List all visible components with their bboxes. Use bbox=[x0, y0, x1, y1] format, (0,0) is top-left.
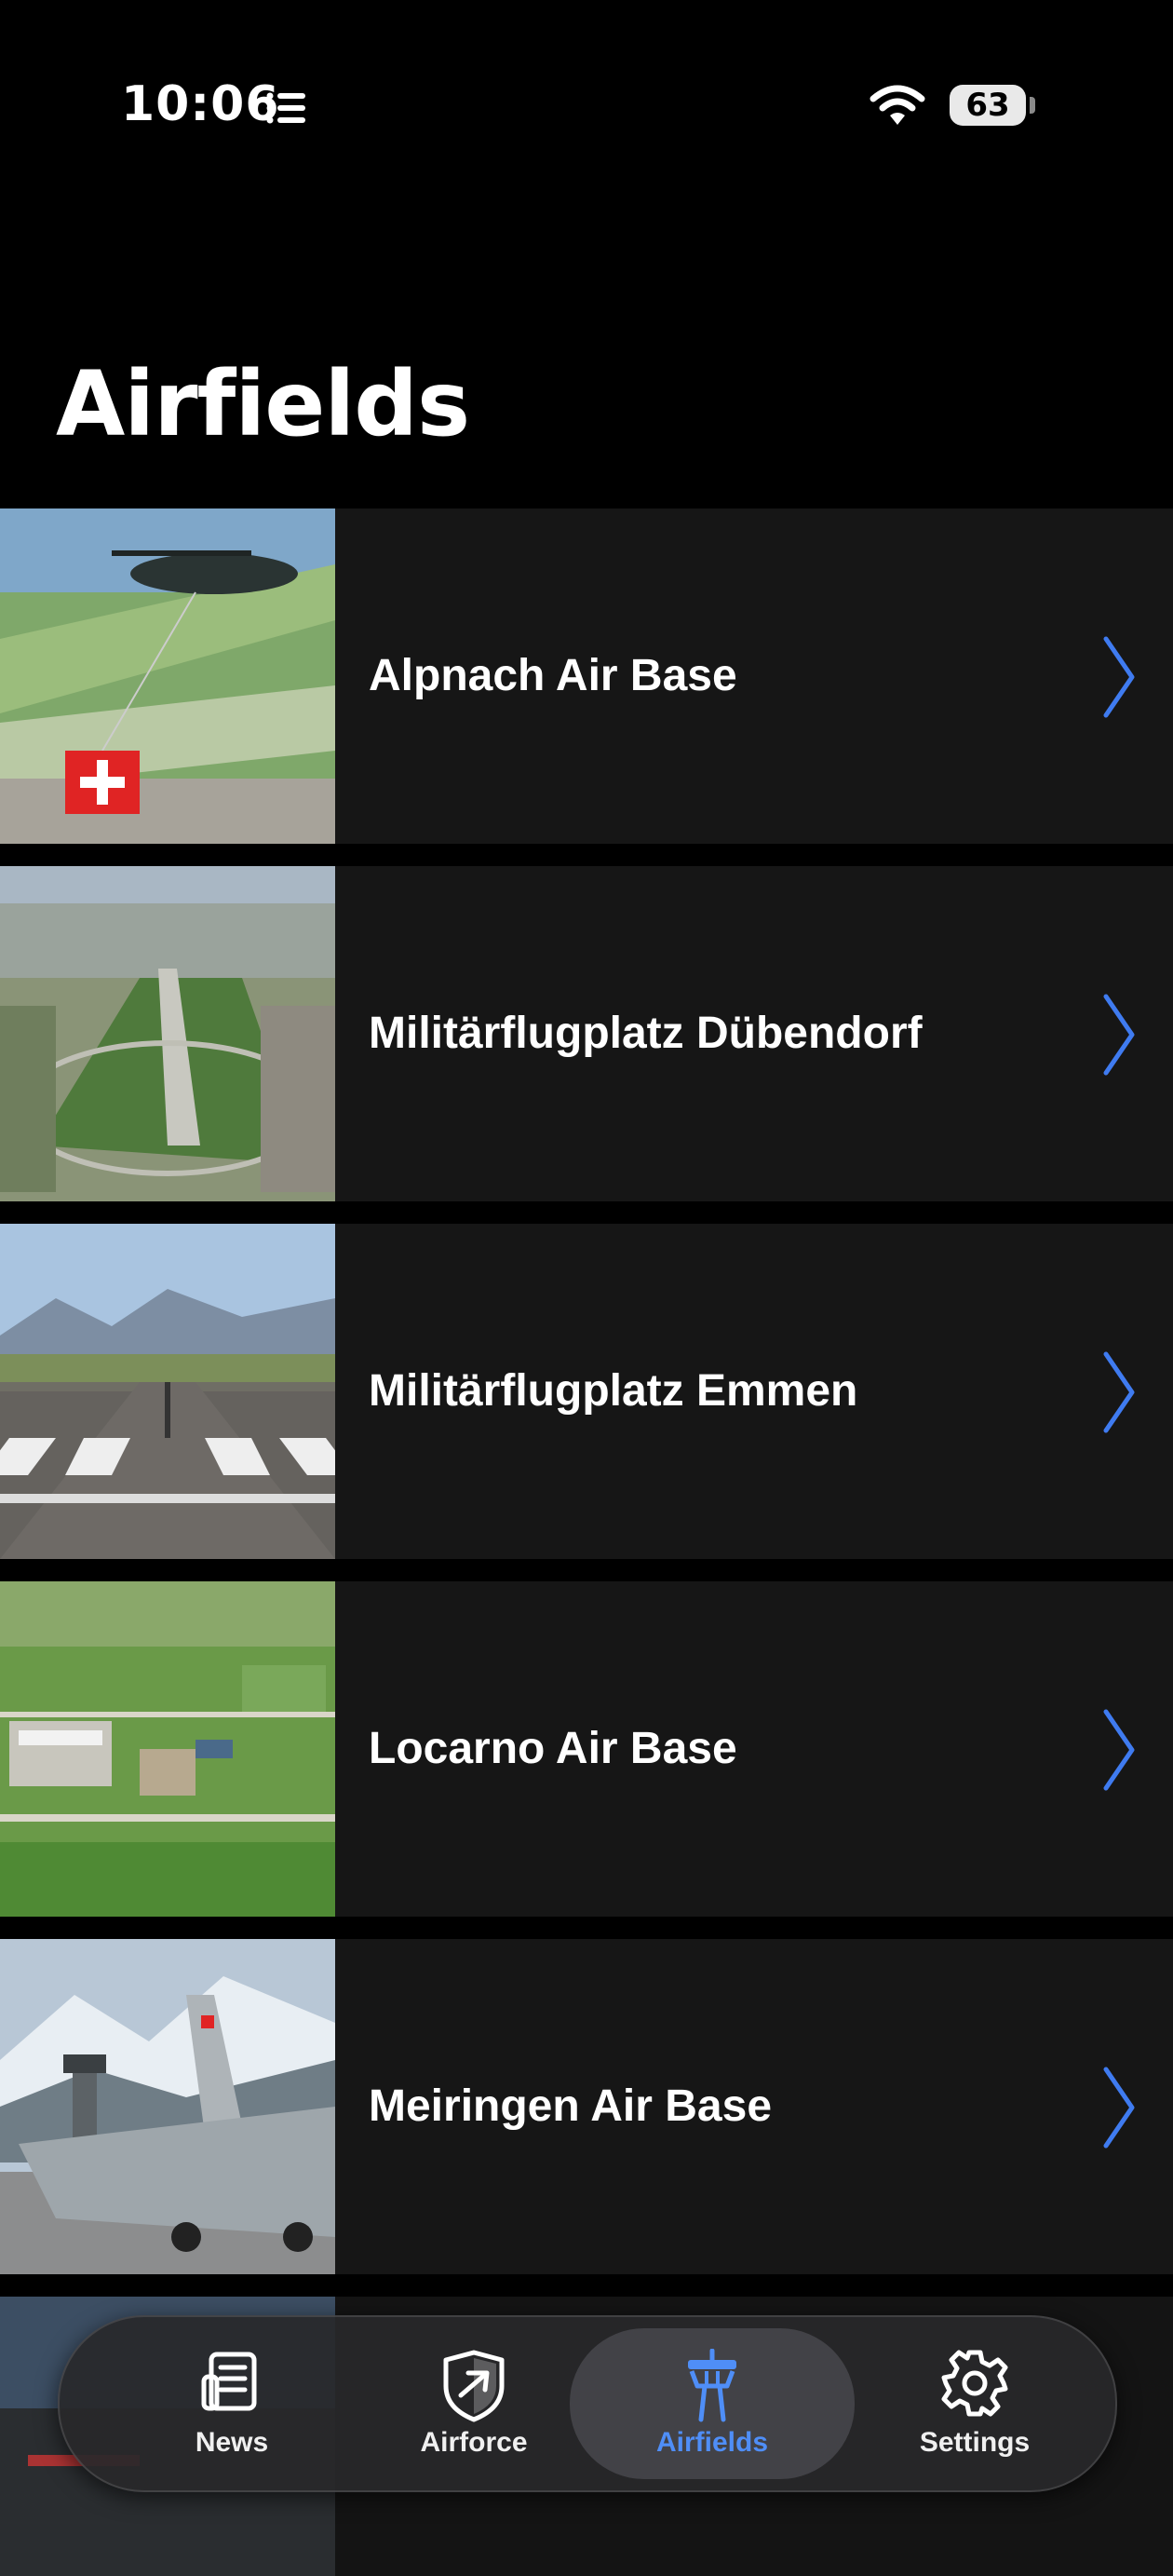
airforce-shield-icon bbox=[440, 2349, 507, 2427]
tab-settings[interactable]: Settings bbox=[849, 2317, 1100, 2490]
airfield-row[interactable]: Militärflugplatz Dübendorf bbox=[0, 866, 1173, 1201]
tab-label: Settings bbox=[919, 2427, 1031, 2458]
chevron-right-icon bbox=[1102, 635, 1136, 723]
airfield-thumbnail-emmen bbox=[0, 1224, 335, 1559]
news-icon bbox=[198, 2349, 265, 2420]
airfield-thumbnail-meiringen bbox=[0, 1939, 335, 2274]
airfield-name: Meiringen Air Base bbox=[369, 2081, 773, 2131]
airfield-name: Alpnach Air Base bbox=[369, 651, 737, 700]
chevron-right-icon bbox=[1102, 1350, 1136, 1438]
airfield-name: Militärflugplatz Emmen bbox=[369, 1366, 858, 1416]
status-time: 10:06 bbox=[121, 76, 280, 132]
tab-bar: News Airforce Airfields Settings bbox=[58, 2315, 1117, 2492]
airfield-row[interactable]: Locarno Air Base bbox=[0, 1581, 1173, 1917]
airfield-thumbnail-dubendorf bbox=[0, 866, 335, 1201]
airfield-name: Locarno Air Base bbox=[369, 1724, 737, 1773]
tab-label: Airforce bbox=[420, 2427, 528, 2458]
chevron-right-icon bbox=[1102, 993, 1136, 1080]
airfield-name: Militärflugplatz Dübendorf bbox=[369, 1009, 923, 1058]
page-title: Airfields bbox=[56, 352, 470, 456]
chevron-right-icon bbox=[1102, 1708, 1136, 1796]
chevron-right-icon bbox=[1102, 2066, 1136, 2153]
status-bar: 10:06 63 bbox=[0, 0, 1173, 186]
airfield-thumbnail-locarno bbox=[0, 1581, 335, 1917]
wifi-icon bbox=[870, 84, 925, 130]
list-icon bbox=[266, 92, 307, 128]
tab-airfields[interactable]: Airfields bbox=[570, 2328, 855, 2479]
battery-indicator: 63 bbox=[950, 85, 1026, 126]
airfield-row[interactable]: Militärflugplatz Emmen bbox=[0, 1224, 1173, 1559]
control-tower-icon bbox=[682, 2348, 742, 2427]
airfield-row[interactable]: Alpnach Air Base bbox=[0, 508, 1173, 844]
airfield-list: Alpnach Air Base Militärflugplatz Dübend… bbox=[0, 508, 1173, 2576]
airfield-thumbnail-alpnach bbox=[0, 508, 335, 844]
tab-label: Airfields bbox=[655, 2427, 769, 2458]
battery-nub bbox=[1030, 97, 1035, 114]
tab-airforce[interactable]: Airforce bbox=[348, 2317, 600, 2490]
gear-icon bbox=[940, 2349, 1009, 2421]
tab-news[interactable]: News bbox=[106, 2317, 357, 2490]
airfield-row[interactable]: Meiringen Air Base bbox=[0, 1939, 1173, 2274]
tab-label: News bbox=[195, 2427, 269, 2458]
